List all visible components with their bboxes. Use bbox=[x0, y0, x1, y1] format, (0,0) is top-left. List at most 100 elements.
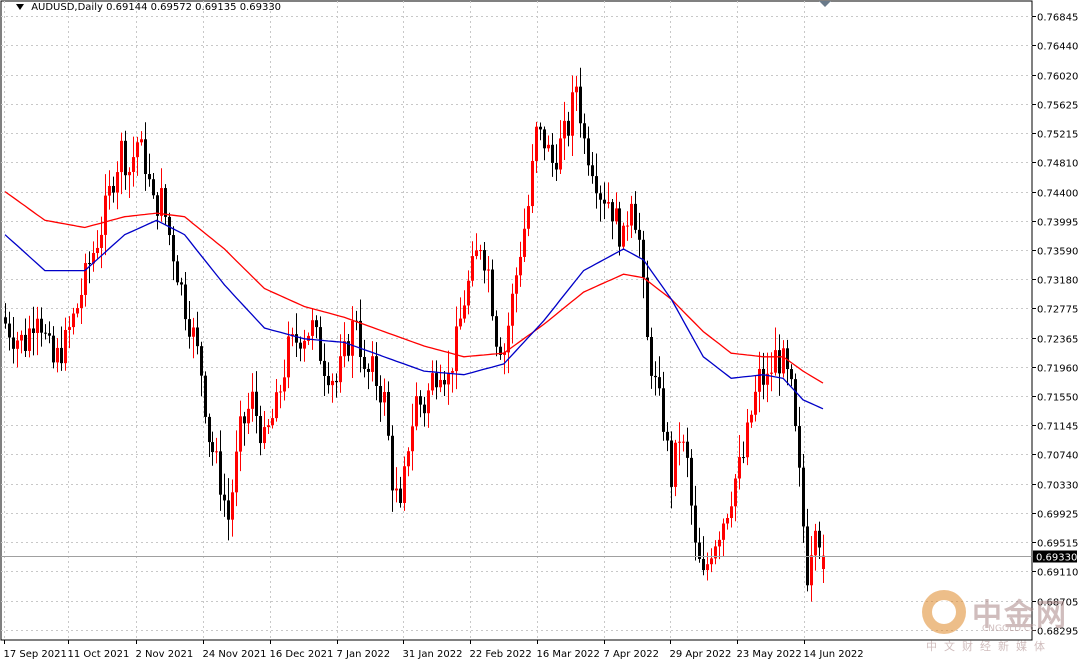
candle-body bbox=[718, 539, 721, 547]
x-tick-label: 14 Jun 2022 bbox=[804, 649, 864, 660]
candle-body bbox=[20, 334, 23, 341]
candle-body bbox=[52, 335, 55, 363]
candle-body bbox=[599, 193, 602, 200]
candle-body bbox=[423, 404, 426, 414]
candle-body bbox=[211, 442, 214, 453]
candle-body bbox=[511, 293, 514, 326]
candle-body bbox=[88, 263, 91, 265]
y-tick-label: 0.76845 bbox=[1037, 13, 1078, 24]
candle-body bbox=[527, 206, 530, 229]
candle-body bbox=[263, 427, 266, 444]
candle-body bbox=[555, 162, 558, 170]
y-tick-label: 0.69925 bbox=[1037, 510, 1078, 521]
candle-body bbox=[567, 120, 570, 136]
candle-body bbox=[375, 356, 378, 387]
candle-body bbox=[164, 188, 167, 217]
candle-body bbox=[758, 368, 761, 392]
last-price-tag: 0.69330 bbox=[1033, 550, 1077, 564]
price-chart[interactable]: 0.76845 0.76440 0.76020 0.75625 0.75215 0.748… bbox=[0, 0, 1081, 662]
candle-body bbox=[12, 337, 15, 349]
candle-body bbox=[371, 356, 374, 372]
candle-body bbox=[818, 530, 821, 548]
candle-body bbox=[363, 356, 366, 369]
candle-body bbox=[762, 368, 765, 385]
candle-body bbox=[431, 373, 434, 391]
candle-body bbox=[587, 138, 590, 166]
candle-body bbox=[44, 332, 47, 334]
candle-body bbox=[463, 305, 466, 319]
candle-body bbox=[591, 165, 594, 177]
candle-body bbox=[76, 308, 79, 314]
candle-body bbox=[603, 199, 606, 204]
candle-body bbox=[579, 86, 582, 124]
plot-area bbox=[0, 0, 1033, 641]
candle-body bbox=[327, 375, 330, 386]
candle-body bbox=[778, 350, 781, 374]
candle-body bbox=[395, 488, 398, 491]
y-tick-label: 0.72365 bbox=[1037, 335, 1078, 346]
candle-body bbox=[319, 327, 322, 361]
y-tick-label: 0.75215 bbox=[1037, 130, 1078, 141]
candle-body bbox=[543, 129, 546, 149]
y-tick-label: 0.69515 bbox=[1037, 539, 1078, 550]
x-tick-label: 29 Apr 2022 bbox=[670, 649, 732, 660]
candle-body bbox=[607, 202, 610, 204]
candle-body bbox=[575, 86, 578, 93]
y-tick-label: 0.76020 bbox=[1037, 72, 1078, 83]
candle-body bbox=[84, 263, 87, 295]
x-tick-label: 16 Mar 2022 bbox=[537, 649, 600, 660]
candle-body bbox=[219, 451, 222, 495]
y-tick-label: 0.71145 bbox=[1037, 422, 1078, 433]
candle-body bbox=[279, 391, 282, 393]
candle-body bbox=[722, 523, 725, 540]
candle-body bbox=[810, 555, 813, 586]
candle-body bbox=[654, 375, 657, 378]
candle-body bbox=[267, 425, 270, 428]
watermark-logo-icon bbox=[922, 590, 966, 634]
candle-body bbox=[243, 416, 246, 424]
candle-body bbox=[622, 225, 625, 247]
y-tick-label: 0.76440 bbox=[1037, 42, 1078, 53]
candle-body bbox=[140, 139, 143, 143]
x-tick-label: 31 Jan 2022 bbox=[403, 649, 463, 660]
candle-body bbox=[790, 369, 793, 380]
candle-body bbox=[40, 318, 43, 333]
candle-body bbox=[283, 377, 286, 392]
candle-body bbox=[662, 388, 665, 432]
candle-body bbox=[96, 247, 99, 254]
candle-body bbox=[479, 250, 482, 252]
candle-body bbox=[36, 318, 39, 333]
candle-body bbox=[339, 356, 342, 383]
y-tick-label: 0.74810 bbox=[1037, 159, 1078, 170]
candle-body bbox=[307, 335, 310, 341]
collapse-triangle-icon[interactable] bbox=[16, 4, 24, 10]
candle-body bbox=[822, 555, 825, 570]
candle-body bbox=[32, 328, 35, 333]
candle-body bbox=[188, 319, 191, 337]
candle-body bbox=[403, 466, 406, 503]
candle-body bbox=[427, 390, 430, 414]
y-tick-label: 0.70740 bbox=[1037, 451, 1078, 462]
candle-body bbox=[411, 426, 414, 452]
candle-body bbox=[539, 126, 542, 130]
candle-body bbox=[72, 313, 75, 328]
candle-body bbox=[223, 494, 226, 501]
candle-body bbox=[24, 334, 27, 351]
candle-body bbox=[439, 379, 442, 388]
candle-body bbox=[64, 329, 67, 364]
candle-body bbox=[774, 350, 777, 373]
candle-body bbox=[674, 442, 677, 487]
candle-body bbox=[303, 340, 306, 349]
candle-body bbox=[144, 139, 147, 175]
candle-body bbox=[618, 208, 621, 247]
watermark-subtitle: 中文财经新媒体 bbox=[926, 640, 1052, 653]
candle-body bbox=[132, 157, 135, 172]
y-tick-label: 0.75625 bbox=[1037, 101, 1078, 112]
candle-body bbox=[251, 391, 254, 409]
candle-body bbox=[235, 451, 238, 493]
candle-body bbox=[802, 467, 805, 527]
candle-body bbox=[459, 318, 462, 327]
candle-body bbox=[650, 337, 653, 376]
y-tick-label: 0.73590 bbox=[1037, 247, 1078, 258]
candle-body bbox=[455, 326, 458, 372]
